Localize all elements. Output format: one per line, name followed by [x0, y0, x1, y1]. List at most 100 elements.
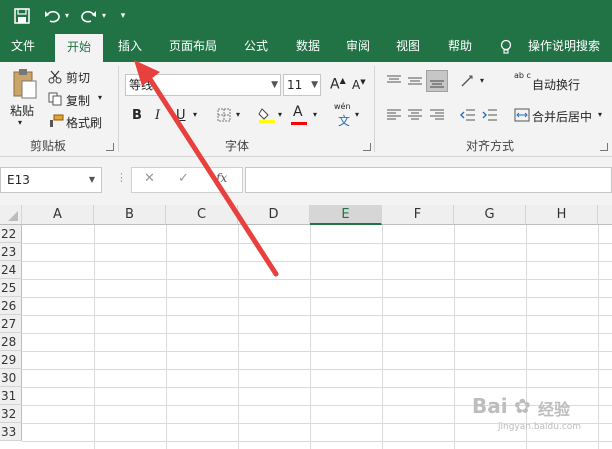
- enter-icon[interactable]: ✓: [178, 171, 189, 186]
- row-header[interactable]: 28: [0, 333, 22, 351]
- copy-icon[interactable]: [48, 92, 62, 109]
- row-header[interactable]: 26: [0, 297, 22, 315]
- row-header[interactable]: 30: [0, 369, 22, 387]
- column-header-c[interactable]: C: [166, 205, 238, 225]
- font-color-dropdown-icon[interactable]: ▾: [313, 110, 317, 119]
- undo-icon[interactable]: [42, 6, 62, 26]
- tab-help[interactable]: 帮助: [438, 32, 482, 62]
- fill-color-dropdown-icon[interactable]: ▾: [278, 110, 282, 119]
- row-header[interactable]: 24: [0, 261, 22, 279]
- italic-button[interactable]: I: [155, 108, 160, 123]
- row-header[interactable]: 32: [0, 405, 22, 423]
- grid-line: [22, 387, 612, 388]
- column-header-g[interactable]: G: [454, 205, 526, 225]
- bold-button[interactable]: B: [132, 108, 142, 123]
- paw-icon: ✿: [514, 394, 531, 418]
- row-header[interactable]: 29: [0, 351, 22, 369]
- row-header[interactable]: 33: [0, 423, 22, 441]
- phonetic-top[interactable]: wén: [334, 102, 351, 111]
- column-header-e[interactable]: E: [310, 205, 382, 225]
- grid-line: [310, 225, 311, 449]
- cut-button[interactable]: 剪切: [66, 69, 90, 86]
- clipboard-launcher-icon[interactable]: [106, 143, 114, 151]
- redo-dropdown-icon[interactable]: ▾: [99, 6, 109, 26]
- wrap-text-button[interactable]: 自动换行: [532, 76, 580, 93]
- scissors-icon[interactable]: [48, 70, 62, 87]
- paste-icon[interactable]: [12, 68, 38, 103]
- name-box[interactable]: E13 ▼: [0, 167, 102, 193]
- align-bottom-button[interactable]: [426, 70, 448, 92]
- copy-button[interactable]: 复制: [66, 92, 90, 109]
- grid-line: [22, 297, 612, 298]
- tab-data[interactable]: 数据: [285, 32, 331, 62]
- grid-line: [22, 369, 612, 370]
- fill-color-icon[interactable]: [258, 106, 276, 127]
- borders-icon[interactable]: [217, 108, 231, 125]
- formula-bar-grip-icon: ⋮: [116, 171, 127, 184]
- format-painter-icon[interactable]: [48, 114, 64, 131]
- row-header[interactable]: 23: [0, 243, 22, 261]
- increase-indent-icon[interactable]: [482, 108, 498, 125]
- watermark-url: jingyan.baidu.com: [498, 422, 582, 432]
- row-header[interactable]: 22: [0, 225, 22, 243]
- redo-icon[interactable]: [79, 6, 99, 26]
- cancel-icon[interactable]: ✕: [144, 171, 155, 186]
- decrease-indent-icon[interactable]: [460, 108, 476, 125]
- column-header-h[interactable]: H: [526, 205, 598, 225]
- tab-insert[interactable]: 插入: [106, 32, 154, 62]
- tell-me-search[interactable]: 操作说明搜索: [524, 32, 604, 62]
- merge-dropdown-icon[interactable]: ▾: [598, 110, 602, 119]
- borders-dropdown-icon[interactable]: ▾: [236, 110, 240, 119]
- phonetic-dropdown-icon[interactable]: ▾: [355, 110, 359, 119]
- font-name-value: 等线: [129, 78, 154, 92]
- shrink-font-button[interactable]: A▼: [352, 78, 366, 92]
- format-painter-button[interactable]: 格式刷: [66, 114, 102, 131]
- column-header-partial[interactable]: [598, 205, 612, 225]
- underline-dropdown-icon[interactable]: ▾: [193, 110, 197, 119]
- tab-file[interactable]: 文件: [0, 32, 46, 62]
- row-header[interactable]: 25: [0, 279, 22, 297]
- undo-dropdown-icon[interactable]: ▾: [62, 6, 72, 26]
- column-header-f[interactable]: F: [382, 205, 454, 225]
- column-header-b[interactable]: B: [94, 205, 166, 225]
- paste-label[interactable]: 粘贴: [10, 102, 34, 119]
- orientation-icon[interactable]: [460, 74, 478, 91]
- tab-home[interactable]: 开始: [55, 34, 103, 62]
- tab-view[interactable]: 视图: [386, 32, 430, 62]
- column-header-d[interactable]: D: [238, 205, 310, 225]
- tab-review[interactable]: 审阅: [336, 32, 380, 62]
- tab-formulas[interactable]: 公式: [234, 32, 278, 62]
- baidu-watermark: Bai ✿ 经验 jingyan.baidu.com: [470, 394, 610, 444]
- font-color-button[interactable]: A: [293, 104, 303, 120]
- chevron-down-icon: ▼: [88, 175, 95, 184]
- font-launcher-icon[interactable]: [363, 143, 371, 151]
- align-left-icon[interactable]: [386, 108, 402, 125]
- insert-function-icon[interactable]: fx: [216, 171, 227, 185]
- orientation-dropdown-icon[interactable]: ▾: [480, 76, 484, 85]
- underline-button[interactable]: U: [176, 108, 186, 123]
- tab-page-layout[interactable]: 页面布局: [160, 32, 226, 62]
- align-top-icon[interactable]: [386, 74, 402, 91]
- row-header[interactable]: 27: [0, 315, 22, 333]
- merge-center-icon[interactable]: [514, 108, 530, 125]
- wrap-text-icon[interactable]: ab c: [514, 72, 531, 80]
- lightbulb-icon[interactable]: [498, 32, 514, 62]
- row-header[interactable]: 31: [0, 387, 22, 405]
- font-name-combo[interactable]: 等线 ▼: [125, 74, 281, 96]
- align-center-icon[interactable]: [407, 108, 423, 125]
- select-all-corner[interactable]: [0, 205, 22, 225]
- copy-dropdown-icon[interactable]: ▾: [98, 93, 102, 102]
- save-icon[interactable]: [12, 6, 32, 26]
- alignment-launcher-icon[interactable]: [600, 143, 608, 151]
- phonetic-button[interactable]: 文: [338, 112, 350, 129]
- paste-dropdown-icon[interactable]: ▾: [18, 118, 22, 127]
- column-header-a[interactable]: A: [22, 205, 94, 225]
- align-middle-icon[interactable]: [407, 74, 423, 91]
- merge-center-button[interactable]: 合并后居中: [532, 108, 592, 125]
- font-color-swatch: [291, 122, 307, 125]
- formula-input[interactable]: [245, 167, 612, 193]
- grow-font-button[interactable]: A▲: [330, 76, 346, 93]
- customize-qat-icon[interactable]: ▾: [117, 6, 129, 26]
- font-size-combo[interactable]: 11 ▼: [283, 74, 321, 96]
- align-right-icon[interactable]: [429, 108, 445, 125]
